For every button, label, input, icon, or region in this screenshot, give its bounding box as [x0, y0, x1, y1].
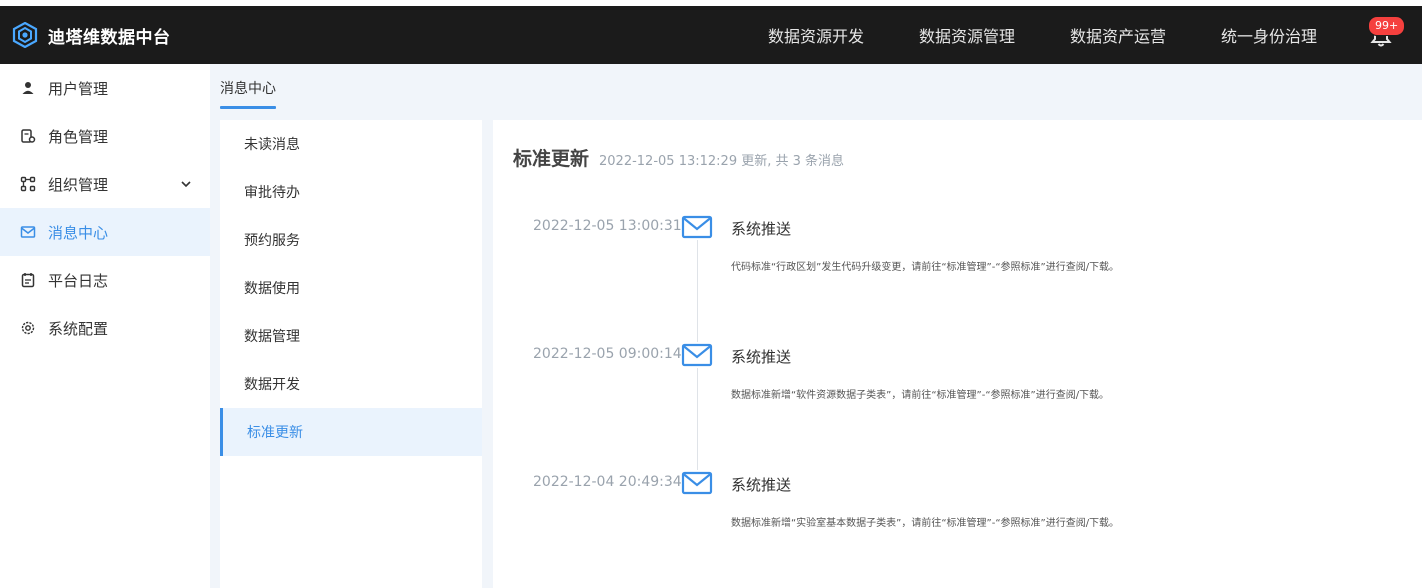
- log-icon: [21, 273, 35, 288]
- brand[interactable]: 迪塔维数据中台: [12, 22, 171, 48]
- sidebar-item-label: 平台日志: [48, 271, 109, 290]
- sidebar-item-label: 角色管理: [48, 127, 109, 146]
- category-approval[interactable]: 审批待办: [220, 168, 482, 216]
- message-body: 代码标准“行政区划”发生代码升级变更，请前往“标准管理”-“参照标准”进行查阅/…: [731, 262, 1120, 273]
- top-nav: 数据资源开发 数据资源管理 数据资产运营 统一身份治理: [768, 6, 1372, 64]
- sidebar-item-org[interactable]: 组织管理: [0, 160, 210, 208]
- settings-icon: [21, 321, 35, 335]
- message-item[interactable]: 2022-12-05 13:00:31 系统推送 代码标准“行政区划”发生代码升…: [493, 214, 1422, 284]
- message-item[interactable]: 2022-12-05 09:00:14 系统推送 数据标准新增“软件资源数据子类…: [493, 342, 1422, 412]
- update-meta: 2022-12-05 13:12:29 更新, 共 3 条消息: [599, 154, 845, 169]
- chevron-down-icon[interactable]: [180, 178, 192, 190]
- category-booking[interactable]: 预约服务: [220, 216, 482, 264]
- sidebar-item-roles[interactable]: 角色管理: [0, 112, 210, 160]
- user-icon: [22, 82, 34, 94]
- sidebar-item-users[interactable]: 用户管理: [0, 64, 210, 112]
- sidebar: 用户管理 角色管理 组织管理 消息中心 平台日志 系统配置: [0, 64, 210, 588]
- brand-name: 迪塔维数据中台: [48, 27, 171, 48]
- category-data-usage[interactable]: 数据使用: [220, 264, 482, 312]
- tab-underline: [220, 106, 276, 109]
- message-body: 数据标准新增“实验室基本数据子类表”，请前往“标准管理”-“参照标准”进行查阅/…: [731, 518, 1120, 529]
- category-list: 未读消息 审批待办 预约服务 数据使用 数据管理 数据开发 标准更新: [220, 120, 482, 588]
- category-standard-update[interactable]: 标准更新: [220, 408, 482, 456]
- message-sender: 系统推送: [731, 476, 792, 494]
- message-body: 数据标准新增“软件资源数据子类表”，请前往“标准管理”-“参照标准”进行查阅/下…: [731, 390, 1110, 401]
- top-bar: 迪塔维数据中台 数据资源开发 数据资源管理 数据资产运营 统一身份治理 99+: [0, 6, 1422, 64]
- notification-button[interactable]: 99+: [1368, 16, 1406, 54]
- category-unread[interactable]: 未读消息: [220, 120, 482, 168]
- sidebar-item-label: 系统配置: [48, 319, 109, 338]
- nav-item-resource-manage[interactable]: 数据资源管理: [919, 23, 1015, 47]
- message-time: 2022-12-05 13:00:31: [533, 218, 682, 234]
- message-panel-header: 标准更新 2022-12-05 13:12:29 更新, 共 3 条消息: [513, 144, 844, 171]
- message-sender: 系统推送: [731, 348, 792, 366]
- nav-item-resource-dev[interactable]: 数据资源开发: [768, 23, 864, 47]
- notification-badge: 99+: [1368, 16, 1406, 36]
- sidebar-item-label: 用户管理: [48, 79, 109, 98]
- nav-item-identity[interactable]: 统一身份治理: [1221, 23, 1317, 47]
- message-time: 2022-12-04 20:49:34: [533, 474, 682, 490]
- page-title: 标准更新: [513, 148, 590, 170]
- message-panel: 标准更新 2022-12-05 13:12:29 更新, 共 3 条消息 202…: [493, 120, 1422, 588]
- sidebar-item-logs[interactable]: 平台日志: [0, 256, 210, 304]
- org-icon: [20, 176, 36, 192]
- category-data-management[interactable]: 数据管理: [220, 312, 482, 360]
- message-time: 2022-12-05 09:00:14: [533, 346, 682, 362]
- role-icon: [21, 129, 36, 143]
- message-item[interactable]: 2022-12-04 20:49:34 系统推送 数据标准新增“实验室基本数据子…: [493, 470, 1422, 540]
- envelope-icon: [681, 214, 713, 240]
- envelope-icon: [681, 342, 713, 368]
- sidebar-item-label: 消息中心: [48, 223, 109, 242]
- category-data-development[interactable]: 数据开发: [220, 360, 482, 408]
- sidebar-item-settings[interactable]: 系统配置: [0, 304, 210, 352]
- envelope-icon: [681, 470, 713, 496]
- main-area: 消息中心 未读消息 审批待办 预约服务 数据使用 数据管理 数据开发 标准更新 …: [210, 64, 1422, 588]
- brand-logo-icon: [12, 22, 38, 48]
- nav-item-asset-ops[interactable]: 数据资产运营: [1070, 23, 1166, 47]
- tab-message-center[interactable]: 消息中心: [220, 78, 276, 98]
- message-sender: 系统推送: [731, 220, 792, 238]
- sidebar-item-label: 组织管理: [48, 175, 109, 194]
- sidebar-item-messages[interactable]: 消息中心: [0, 208, 210, 256]
- mail-icon: [20, 226, 36, 238]
